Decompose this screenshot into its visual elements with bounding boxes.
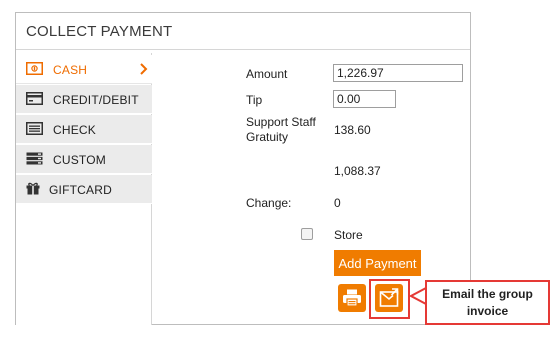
sidebar-item-label: CUSTOM xyxy=(53,153,106,167)
sidebar-item-label: CREDIT/DEBIT xyxy=(53,93,139,107)
sidebar-item-label: GIFTCARD xyxy=(49,183,112,197)
subtotal-value: 1,088.37 xyxy=(334,164,381,178)
printer-icon xyxy=(343,289,361,307)
amount-input[interactable] xyxy=(333,64,463,82)
sidebar-item-label: CHECK xyxy=(53,123,97,137)
cash-icon xyxy=(26,62,43,75)
gratuity-value: 138.60 xyxy=(334,123,371,137)
sidebar-item-label: CASH xyxy=(53,63,88,77)
gratuity-label-line1: Support Staff xyxy=(246,115,316,129)
tip-label: Tip xyxy=(246,93,263,107)
custom-icon xyxy=(26,152,43,165)
tip-input[interactable] xyxy=(333,90,396,108)
panel-header: COLLECT PAYMENT xyxy=(16,13,470,50)
add-payment-button[interactable]: Add Payment xyxy=(334,250,421,276)
gift-icon xyxy=(26,182,40,195)
change-label: Change: xyxy=(246,196,292,210)
chevron-right-icon xyxy=(140,63,148,75)
sidebar-item-custom[interactable]: CUSTOM xyxy=(16,145,152,174)
email-invoice-callout: Email the group invoice xyxy=(425,280,550,325)
change-value: 0 xyxy=(334,196,341,210)
store-checkbox[interactable] xyxy=(301,228,313,240)
store-label: Store xyxy=(334,228,363,242)
panel-title: COLLECT PAYMENT xyxy=(26,23,173,40)
gratuity-label-line2: Gratuity xyxy=(246,130,289,144)
sidebar-item-check[interactable]: CHECK xyxy=(16,115,152,144)
payment-method-sidebar: CASH CREDIT/DEBIT CHECK CUSTOM GIFTCARD xyxy=(16,53,152,325)
check-icon xyxy=(26,122,43,135)
sidebar-item-cash[interactable]: CASH xyxy=(16,55,152,84)
sidebar-item-credit-debit[interactable]: CREDIT/DEBIT xyxy=(16,85,152,114)
print-button[interactable] xyxy=(338,284,366,312)
email-button-highlight xyxy=(369,279,410,319)
sidebar-item-giftcard[interactable]: GIFTCARD xyxy=(16,175,152,204)
amount-label: Amount xyxy=(246,67,288,81)
credit-card-icon xyxy=(26,92,43,105)
